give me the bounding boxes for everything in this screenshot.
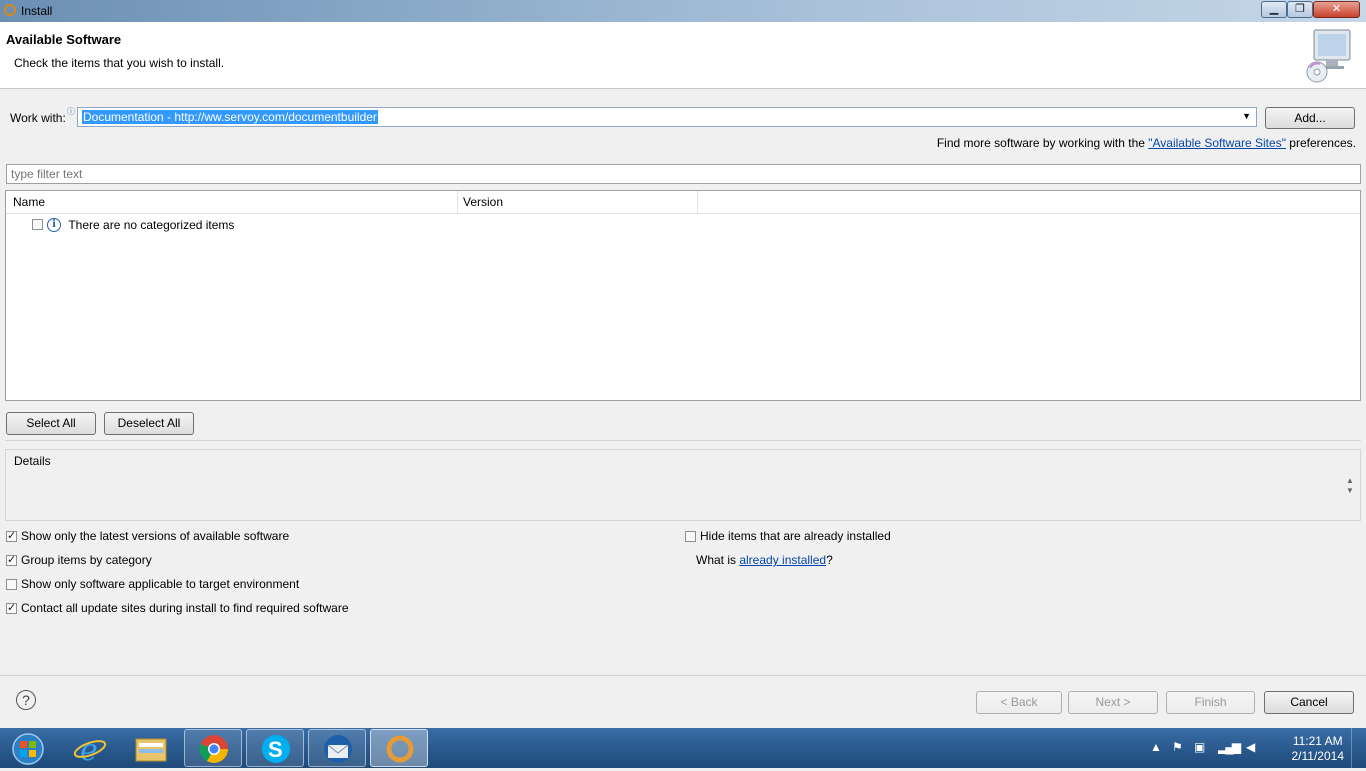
eclipse-icon: [386, 735, 414, 763]
help-icon[interactable]: ?: [16, 690, 36, 710]
target-environment-checkbox[interactable]: [6, 579, 17, 591]
device-icon[interactable]: ▣: [1194, 740, 1205, 754]
internet-explorer-icon: e: [73, 733, 107, 768]
work-with-combobox[interactable]: Documentation - http://ww.servoy.com/doc…: [77, 107, 1257, 127]
windows-taskbar: e S ▲ ⚑ ▣ ▂▄▆ ◀ 11:21 AM 2/11/2014: [0, 728, 1366, 768]
window-titlebar[interactable]: Install ▁ ❐ ✕: [0, 0, 1366, 22]
option-contact-sites[interactable]: Contact all update sites during install …: [6, 601, 349, 615]
already-installed-link[interactable]: already installed: [739, 553, 826, 567]
clock-time: 11:21 AM: [1292, 734, 1343, 748]
what-is-installed-text: What is already installed?: [696, 553, 833, 567]
maximize-button[interactable]: ❐: [1287, 1, 1313, 18]
group-by-category-label: Group items by category: [21, 553, 152, 567]
what-is-prefix: What is: [696, 553, 740, 567]
item-checkbox[interactable]: [32, 219, 43, 231]
start-button-icon[interactable]: [2, 730, 50, 766]
chevron-down-icon[interactable]: ▼: [1242, 111, 1251, 121]
close-button[interactable]: ✕: [1313, 1, 1360, 18]
footer-divider: [0, 675, 1366, 676]
taskbar-eclipse[interactable]: [370, 729, 428, 767]
filter-input[interactable]: [7, 165, 1360, 183]
find-more-suffix: preferences.: [1285, 136, 1356, 150]
select-all-button[interactable]: Select All: [6, 412, 96, 435]
filter-field[interactable]: [6, 164, 1361, 184]
show-desktop-button[interactable]: [1351, 728, 1366, 768]
info-decoration-icon: ⓘ: [67, 107, 75, 116]
info-icon: i: [47, 217, 61, 232]
software-tree-table[interactable]: Name Version i There are no categorized …: [5, 190, 1361, 401]
chrome-icon: [199, 735, 228, 763]
add-site-button[interactable]: Add...: [1265, 107, 1355, 129]
next-button[interactable]: Next >: [1068, 691, 1158, 714]
group-by-category-checkbox[interactable]: [6, 553, 17, 567]
page-subtitle: Check the items that you wish to install…: [14, 56, 225, 70]
find-more-text: Find more software by working with the "…: [937, 136, 1356, 150]
column-header-version[interactable]: Version: [463, 195, 503, 209]
wizard-header: Available Software Check the items that …: [0, 22, 1366, 89]
deselect-all-button[interactable]: Deselect All: [104, 412, 194, 435]
taskbar-thunderbird[interactable]: [308, 729, 366, 767]
divider: [5, 440, 1361, 441]
work-with-value: Documentation - http://ww.servoy.com/doc…: [82, 110, 378, 124]
finish-button[interactable]: Finish: [1166, 691, 1255, 714]
svg-text:S: S: [268, 737, 283, 762]
contact-sites-checkbox[interactable]: [6, 601, 17, 615]
work-with-label: Work with:: [10, 111, 66, 125]
taskbar-file-explorer[interactable]: [122, 729, 180, 767]
action-center-flag-icon[interactable]: ⚑: [1172, 740, 1183, 754]
taskbar-clock[interactable]: 11:21 AM 2/11/2014: [1292, 734, 1345, 764]
option-latest-versions[interactable]: Show only the latest versions of availab…: [6, 529, 289, 543]
back-button[interactable]: < Back: [976, 691, 1062, 714]
option-target-environment[interactable]: Show only software applicable to target …: [6, 577, 299, 591]
show-hidden-icons-icon[interactable]: ▲: [1150, 740, 1162, 754]
thunderbird-icon: [324, 735, 352, 763]
empty-message: There are no categorized items: [68, 217, 235, 232]
target-environment-label: Show only software applicable to target …: [21, 577, 300, 591]
taskbar-skype[interactable]: S: [246, 729, 304, 767]
hide-installed-label: Hide items that are already installed: [700, 529, 891, 543]
svg-text:e: e: [80, 733, 98, 767]
table-row[interactable]: i There are no categorized items: [32, 217, 234, 233]
column-divider[interactable]: [697, 191, 698, 213]
install-monitor-icon: [1306, 29, 1351, 83]
taskbar-chrome[interactable]: [184, 729, 242, 767]
column-divider[interactable]: [457, 191, 458, 213]
taskbar-internet-explorer[interactable]: e: [61, 729, 119, 768]
option-group-by-category[interactable]: Group items by category: [6, 553, 152, 567]
details-label: Details: [14, 454, 51, 468]
details-group: Details ▲ ▼: [5, 449, 1361, 521]
cancel-button[interactable]: Cancel: [1264, 691, 1354, 714]
column-header-name[interactable]: Name: [13, 195, 45, 209]
option-hide-installed[interactable]: Hide items that are already installed: [685, 529, 891, 543]
details-scrollbar[interactable]: ▲ ▼: [1346, 476, 1356, 496]
clock-date: 2/11/2014: [1291, 749, 1345, 763]
find-more-prefix: Find more software by working with the: [936, 136, 1149, 150]
page-title: Available Software: [6, 32, 122, 47]
folder-icon: [135, 738, 167, 762]
latest-versions-label: Show only the latest versions of availab…: [21, 529, 290, 543]
eclipse-app-icon: [4, 4, 16, 16]
what-is-suffix: ?: [826, 553, 833, 567]
system-tray: ▲ ⚑ ▣ ▂▄▆ ◀: [1150, 740, 1270, 758]
network-signal-icon[interactable]: ▂▄▆: [1218, 740, 1241, 754]
volume-icon[interactable]: ◀: [1246, 740, 1255, 754]
latest-versions-checkbox[interactable]: [6, 529, 17, 543]
table-header: Name Version: [6, 191, 1360, 214]
minimize-button[interactable]: ▁: [1261, 1, 1287, 18]
skype-icon: S: [262, 735, 290, 763]
contact-sites-label: Contact all update sites during install …: [21, 601, 349, 615]
window-title: Install: [21, 4, 53, 18]
hide-installed-checkbox[interactable]: [685, 531, 696, 543]
available-software-sites-link[interactable]: "Available Software Sites": [1148, 136, 1286, 150]
